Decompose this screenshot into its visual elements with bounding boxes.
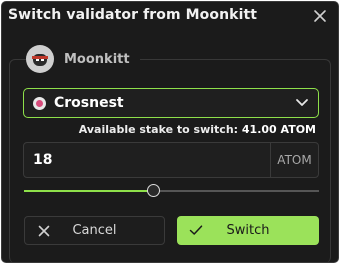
amount-input[interactable] bbox=[24, 143, 270, 177]
amount-unit: ATOM bbox=[270, 143, 318, 177]
check-icon bbox=[189, 225, 203, 235]
chevron-down-icon[interactable] bbox=[295, 97, 309, 109]
validator-logo-icon bbox=[33, 96, 46, 110]
source-validator-name: Moonkitt bbox=[64, 51, 130, 67]
available-stake-label: Available stake to switch: bbox=[78, 123, 239, 136]
close-icon[interactable] bbox=[312, 8, 328, 24]
available-stake-text: Available stake to switch: 41.00 ATOM bbox=[79, 123, 316, 136]
x-icon bbox=[38, 225, 50, 237]
amount-field: ATOM bbox=[23, 142, 319, 178]
dialog-title: Switch validator from Moonkitt bbox=[8, 7, 258, 23]
validator-avatar bbox=[26, 45, 54, 73]
amount-slider[interactable] bbox=[24, 183, 319, 199]
slider-fill bbox=[24, 190, 154, 192]
selected-validator-label: Crosnest bbox=[54, 95, 124, 111]
slider-thumb[interactable] bbox=[146, 184, 160, 197]
source-validator-header: Moonkitt bbox=[26, 44, 140, 74]
available-stake-amount: 41.00 ATOM bbox=[241, 123, 316, 136]
switch-validator-dialog: Switch validator from Moonkitt Moonkitt … bbox=[1, 1, 339, 263]
cancel-button[interactable]: Cancel bbox=[24, 216, 165, 245]
target-validator-select[interactable]: Crosnest bbox=[23, 88, 319, 118]
switch-button[interactable]: Switch bbox=[177, 216, 319, 245]
